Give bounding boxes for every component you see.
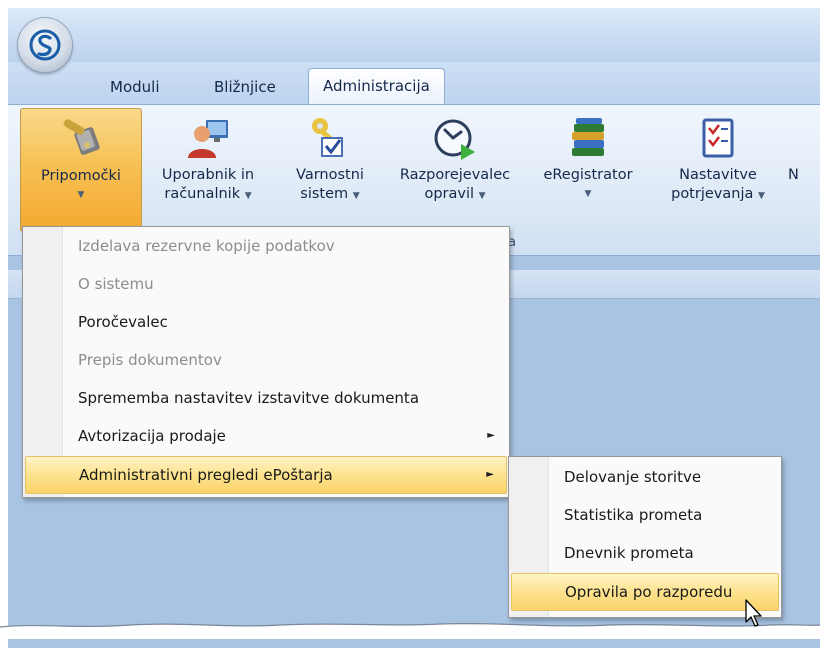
tab-administracija[interactable]: Administracija	[308, 68, 445, 105]
submenu-arrow-icon: ►	[487, 430, 495, 441]
nastavitve-potrjevanja-button[interactable]: Nastavitve potrjevanja ▼	[660, 108, 776, 230]
title-bar	[8, 8, 820, 62]
administrativni-pregledi-label: Administrativni pregledi ePoštarja	[79, 466, 333, 484]
pripomocki-button[interactable]: Pripomočki ▼	[20, 108, 142, 232]
menu-item-administrativni-pregledi[interactable]: Administrativni pregledi ePoštarja ►	[25, 456, 507, 494]
menu-item-prepis-dokumentov[interactable]: Prepis dokumentov	[25, 342, 507, 378]
varnostni-label-line1: Varnostni	[296, 167, 364, 183]
menu-item-o-sistemu[interactable]: O sistemu	[25, 266, 507, 302]
book-stack-icon	[572, 118, 604, 156]
dropdown-arrow-icon: ▼	[352, 191, 360, 201]
application-menu-orb[interactable]	[18, 18, 72, 72]
user-computer-icon	[188, 120, 228, 158]
dropdown-arrow-icon: ▼	[584, 189, 592, 199]
keys-checkbox-icon	[312, 118, 343, 157]
nastavitve-label-line1: Nastavitve	[679, 167, 757, 183]
pripomocki-label: Pripomočki	[41, 168, 121, 184]
tools-icon	[63, 119, 100, 155]
submenu-item-opravila-po-razporedu[interactable]: Opravila po razporedu	[511, 573, 779, 611]
varnostni-label-line2: sistem ▼	[300, 186, 360, 202]
administrativni-pregledi-submenu: Delovanje storitve Statistika prometa Dn…	[508, 456, 782, 618]
menu-item-porocevalec[interactable]: Poročevalec	[25, 304, 507, 340]
tab-bliznjice[interactable]: Bližnjice	[200, 70, 290, 104]
mouse-cursor-icon	[745, 599, 762, 627]
eregistrator-label: eRegistrator	[543, 167, 633, 183]
razporejevalec-label-line1: Razporejevalec	[399, 167, 511, 183]
avtorizacija-label: Avtorizacija prodaje	[78, 427, 226, 445]
tab-moduli[interactable]: Moduli	[96, 70, 173, 104]
dropdown-arrow-icon: ▼	[757, 191, 765, 201]
submenu-arrow-icon: ►	[486, 469, 494, 480]
varnostni-sistem-button[interactable]: Varnostni sistem ▼	[280, 108, 380, 230]
razporejevalec-label-line2: opravil ▼	[424, 186, 486, 202]
checklist-icon	[702, 118, 734, 158]
menu-item-sprememba-nastavitev[interactable]: Sprememba nastavitev izstavitve dokument…	[25, 380, 507, 416]
menu-item-avtorizacija-prodaje[interactable]: Avtorizacija prodaje ►	[25, 418, 507, 454]
razporejevalec-button[interactable]: Razporejevalec opravil ▼	[392, 108, 518, 230]
scheduler-clock-icon	[434, 119, 475, 160]
dropdown-arrow-icon: ▼	[244, 191, 252, 201]
uporabnik-label-line2: računalnik ▼	[164, 186, 252, 202]
next-ribbon-label: N	[788, 167, 799, 183]
submenu-item-delovanje-storitve[interactable]: Delovanje storitve	[511, 459, 779, 495]
dropdown-arrow-icon: ▼	[77, 190, 85, 200]
nastavitve-label-line2: potrjevanja ▼	[671, 186, 765, 202]
next-ribbon-icon-placeholder	[788, 114, 820, 162]
dropdown-arrow-icon: ▼	[478, 191, 486, 201]
next-ribbon-button[interactable]: N	[788, 108, 820, 230]
menu-item-rezervna-kopija[interactable]: Izdelava rezervne kopije podatkov	[25, 228, 507, 264]
uporabnik-button[interactable]: Uporabnik in računalnik ▼	[148, 108, 268, 230]
eregistrator-button[interactable]: eRegistrator ▼	[532, 108, 644, 230]
app-logo-icon	[29, 29, 61, 61]
submenu-item-statistika-prometa[interactable]: Statistika prometa	[511, 497, 779, 533]
submenu-item-dnevnik-prometa[interactable]: Dnevnik prometa	[511, 535, 779, 571]
pripomocki-dropdown-menu: Izdelava rezervne kopije podatkov O sist…	[22, 226, 510, 498]
torn-edge-decoration	[0, 622, 820, 639]
uporabnik-label-line1: Uporabnik in	[161, 167, 255, 183]
